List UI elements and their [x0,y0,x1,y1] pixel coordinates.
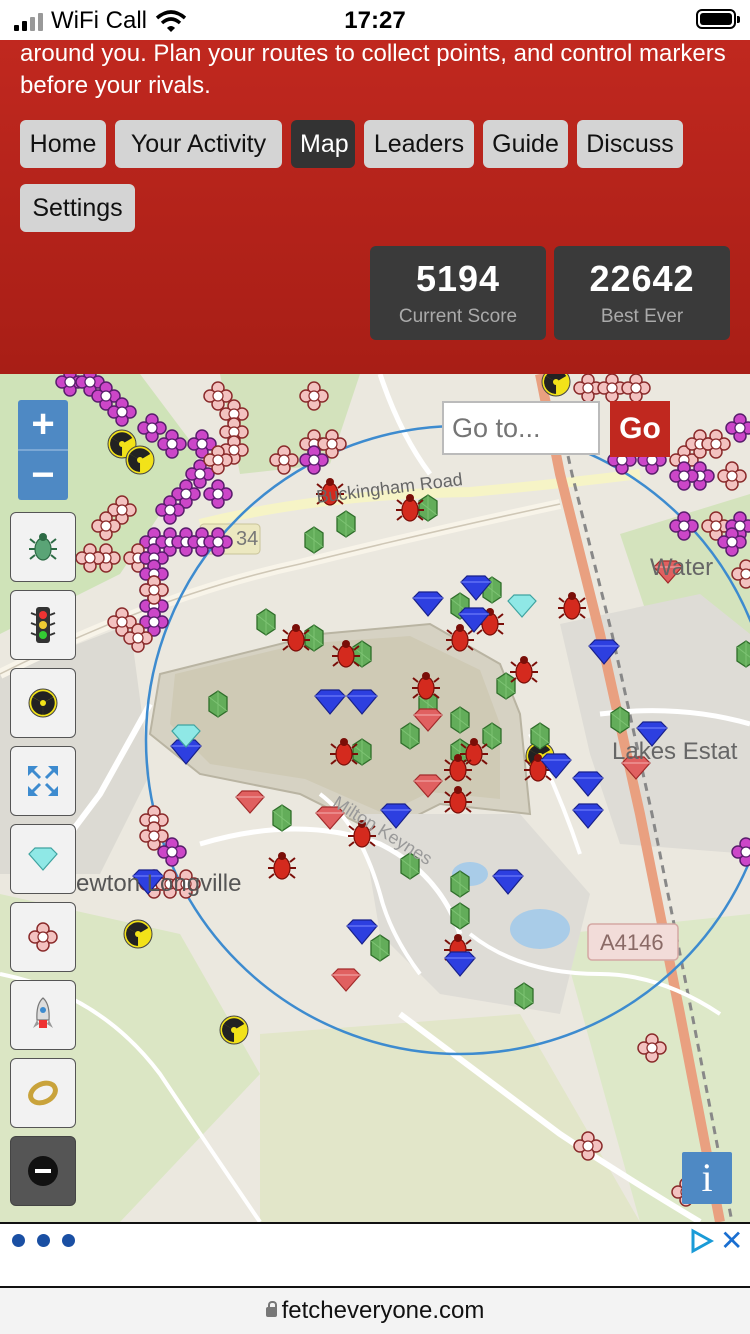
ring-icon [28,1080,58,1106]
battery-icon [696,9,740,29]
info-button[interactable]: i [682,1152,732,1204]
traffic-light-icon [30,607,56,643]
minimise-button[interactable] [10,1136,76,1206]
current-score-value: 5194 [415,258,501,299]
best-score-label: Best Ever [600,306,684,327]
layer-rings-button[interactable] [10,1058,76,1128]
zoom-out-button[interactable]: − [18,449,68,500]
url-domain: fetcheveryone.com [281,1297,485,1324]
layer-radiation-button[interactable] [10,668,76,738]
diamond-icon [28,847,58,871]
zoom-in-button[interactable]: + [18,400,68,449]
intro-text: around you. Plan your routes to collect … [20,40,726,99]
layer-rockets-button[interactable] [10,980,76,1050]
map-tiles[interactable] [0,374,750,1222]
goto-search-input[interactable] [442,401,600,455]
bug-icon [29,533,57,561]
current-score-box: 5194 Current Score [370,246,546,340]
fullscreen-button[interactable] [10,746,76,816]
nav-home[interactable]: Home [20,120,106,168]
radiation-icon [28,688,58,718]
nav-leaders[interactable]: Leaders [364,120,474,168]
current-score-label: Current Score [398,306,518,327]
map-label-lakes: Lakes Estat [612,738,738,765]
rocket-icon [33,997,53,1028]
layer-bugs-button[interactable] [10,512,76,582]
nav-guide[interactable]: Guide [483,120,568,168]
status-bar: WiFi Call 17:27 [0,0,750,40]
layer-flowers-button[interactable] [10,902,76,972]
layer-diamonds-button[interactable] [10,824,76,894]
flower-icon [28,922,58,952]
site-header: around you. Plan your routes to collect … [0,40,750,374]
ad-banner[interactable]: ✕ [0,1222,750,1288]
game-map[interactable]: Buckingham Road 34 Water Lakes Estat ewt… [0,374,750,1222]
map-label-road-number: 34 [236,528,259,550]
nav-map[interactable]: Map [291,120,355,168]
nav-your-activity[interactable]: Your Activity [115,120,282,168]
lock-icon [265,1300,277,1317]
best-score-value: 22642 [589,258,695,299]
map-label-newton: ewton Longville [76,870,242,897]
loading-dots-icon [12,1234,75,1247]
go-button[interactable]: Go [610,401,670,457]
map-label-a4146: A4146 [600,930,664,955]
minus-icon [28,1156,58,1186]
nav-discuss[interactable]: Discuss [577,120,683,168]
nav-settings[interactable]: Settings [20,184,135,232]
ad-close-button[interactable]: ✕ [720,1224,743,1257]
adchoices-icon[interactable] [690,1228,714,1254]
layer-traffic-button[interactable] [10,590,76,660]
best-score-box: 22642 Best Ever [554,246,730,340]
map-label-water: Water [650,554,714,581]
clock: 17:27 [344,7,406,34]
url-bar[interactable]: fetcheveryone.com [0,1288,750,1334]
zoom-control: + − [18,400,68,500]
fullscreen-icon [28,766,58,796]
